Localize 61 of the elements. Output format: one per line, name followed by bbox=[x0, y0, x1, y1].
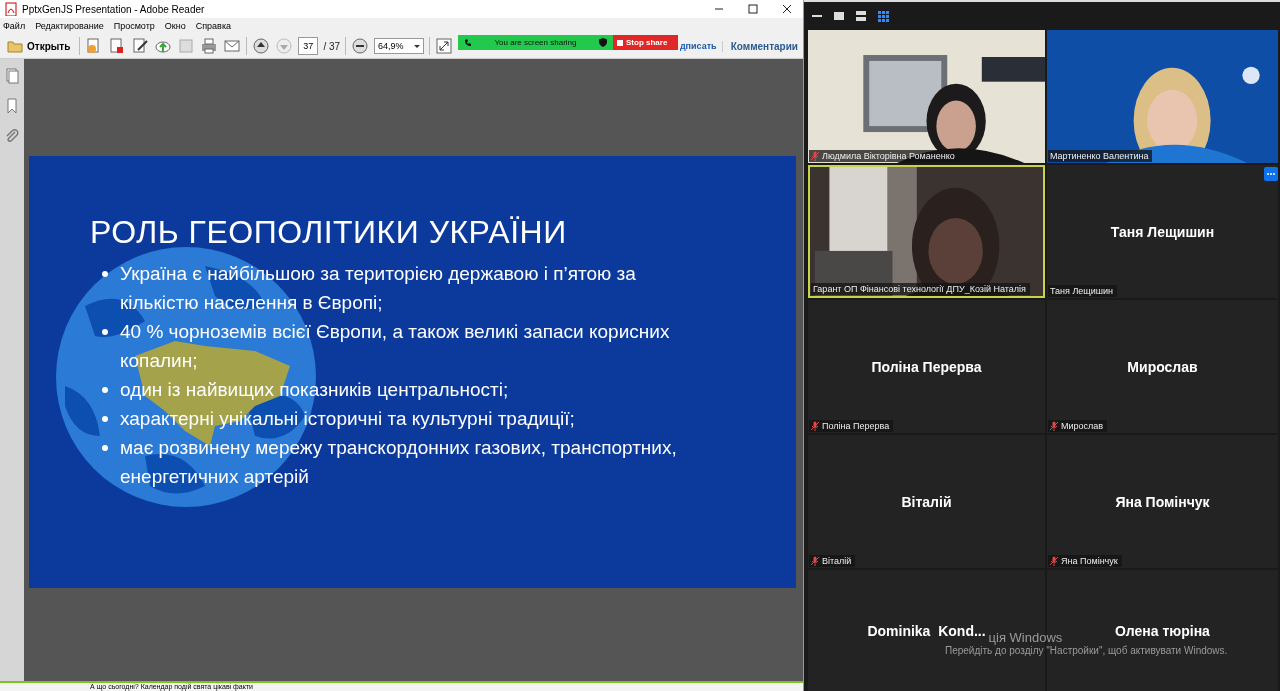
zoom-field[interactable]: 64,9% bbox=[374, 38, 425, 54]
menu-item[interactable]: Файл bbox=[3, 21, 26, 31]
menu-item[interactable]: Редактирование bbox=[35, 21, 104, 31]
participant-name: Яна Помінчук bbox=[1115, 493, 1210, 510]
window-title: PptxGenJS Presentation - Adobe Reader bbox=[22, 3, 205, 15]
pages-icon[interactable] bbox=[3, 67, 21, 85]
rows-view-button[interactable] bbox=[854, 9, 868, 23]
bullet-icon bbox=[102, 445, 108, 451]
minimize-icon bbox=[812, 15, 822, 17]
participant-label: Мирослав bbox=[1048, 420, 1108, 432]
window-view-button[interactable] bbox=[832, 9, 846, 23]
bullet-text: має розвинену мережу транскордонних газових, транспортних, енергетичних артерій bbox=[120, 436, 678, 489]
bullet-icon bbox=[102, 416, 108, 422]
phone-icon bbox=[464, 38, 472, 47]
participant-label: Гарант ОП Фінансові технології ДПУ_Козій Наталія bbox=[811, 283, 1030, 295]
grid-icon bbox=[877, 10, 889, 22]
page-number-field[interactable]: 37 bbox=[298, 37, 319, 55]
participant-name: Поліна Перерва bbox=[871, 358, 982, 375]
zoom-out-icon[interactable] bbox=[351, 37, 370, 55]
participant-name: Мирослав bbox=[1127, 358, 1198, 375]
page-up-icon[interactable] bbox=[252, 37, 271, 55]
print-icon[interactable] bbox=[200, 37, 219, 55]
maximize-icon[interactable] bbox=[747, 3, 759, 15]
stop-share-button[interactable]: Stop share bbox=[613, 35, 678, 50]
participant-name: Віталій bbox=[901, 493, 952, 510]
participant-label: Таня Лещишин bbox=[1048, 285, 1117, 297]
sign-link[interactable]: дписать bbox=[679, 41, 717, 51]
participant-label: Поліна Перерва bbox=[809, 420, 894, 432]
participant-name: Dominika Kond... bbox=[867, 622, 986, 639]
sharing-status: You are screen sharing bbox=[493, 38, 578, 47]
mail-icon[interactable] bbox=[223, 37, 242, 55]
window-icon bbox=[834, 12, 844, 20]
participant-label: Віталій bbox=[809, 555, 856, 567]
grid-view-button[interactable] bbox=[876, 9, 890, 23]
bullet-icon bbox=[102, 271, 108, 277]
menu-item[interactable]: Окно bbox=[164, 21, 186, 31]
shield-icon bbox=[599, 38, 607, 47]
dots-icon bbox=[1266, 172, 1276, 176]
stop-icon bbox=[617, 39, 623, 46]
edit-icon[interactable] bbox=[131, 37, 150, 55]
menu-item[interactable]: Справка bbox=[195, 21, 232, 31]
participant-name: Олена тюріна bbox=[1115, 622, 1210, 639]
comments-link[interactable]: Комментарии bbox=[721, 40, 800, 52]
menu-item[interactable]: Просмотр bbox=[113, 21, 155, 31]
pdf-icon[interactable] bbox=[4, 2, 18, 16]
close-icon[interactable] bbox=[781, 3, 793, 15]
participant-label: Мартиненко Валентина bbox=[1048, 150, 1153, 162]
bullet-icon bbox=[102, 329, 108, 335]
more-button[interactable] bbox=[1264, 167, 1278, 181]
open-button[interactable]: Открыть bbox=[3, 37, 75, 55]
folder-icon bbox=[7, 39, 23, 53]
page-total: / 37 bbox=[323, 40, 341, 52]
participant-name: Таня Лещишин bbox=[1110, 223, 1215, 240]
rows-icon bbox=[856, 11, 866, 21]
fit-page-icon[interactable] bbox=[435, 37, 454, 55]
activation-watermark-hint: Перейдіть до розділу "Настройки", щоб активувати Windows. bbox=[945, 645, 1228, 656]
bullet-icon bbox=[102, 387, 108, 393]
activation-watermark-title: ція Windows bbox=[988, 630, 1063, 645]
slide-title: РОЛЬ ГЕОПОЛІТИКИ УКРАЇНИ bbox=[90, 214, 568, 251]
bullet-text: Україна є найбільшою за територією державою і п’ятою за кількістю населення в Європі; bbox=[120, 262, 637, 315]
participant-label: Яна Помінчук bbox=[1048, 555, 1122, 567]
